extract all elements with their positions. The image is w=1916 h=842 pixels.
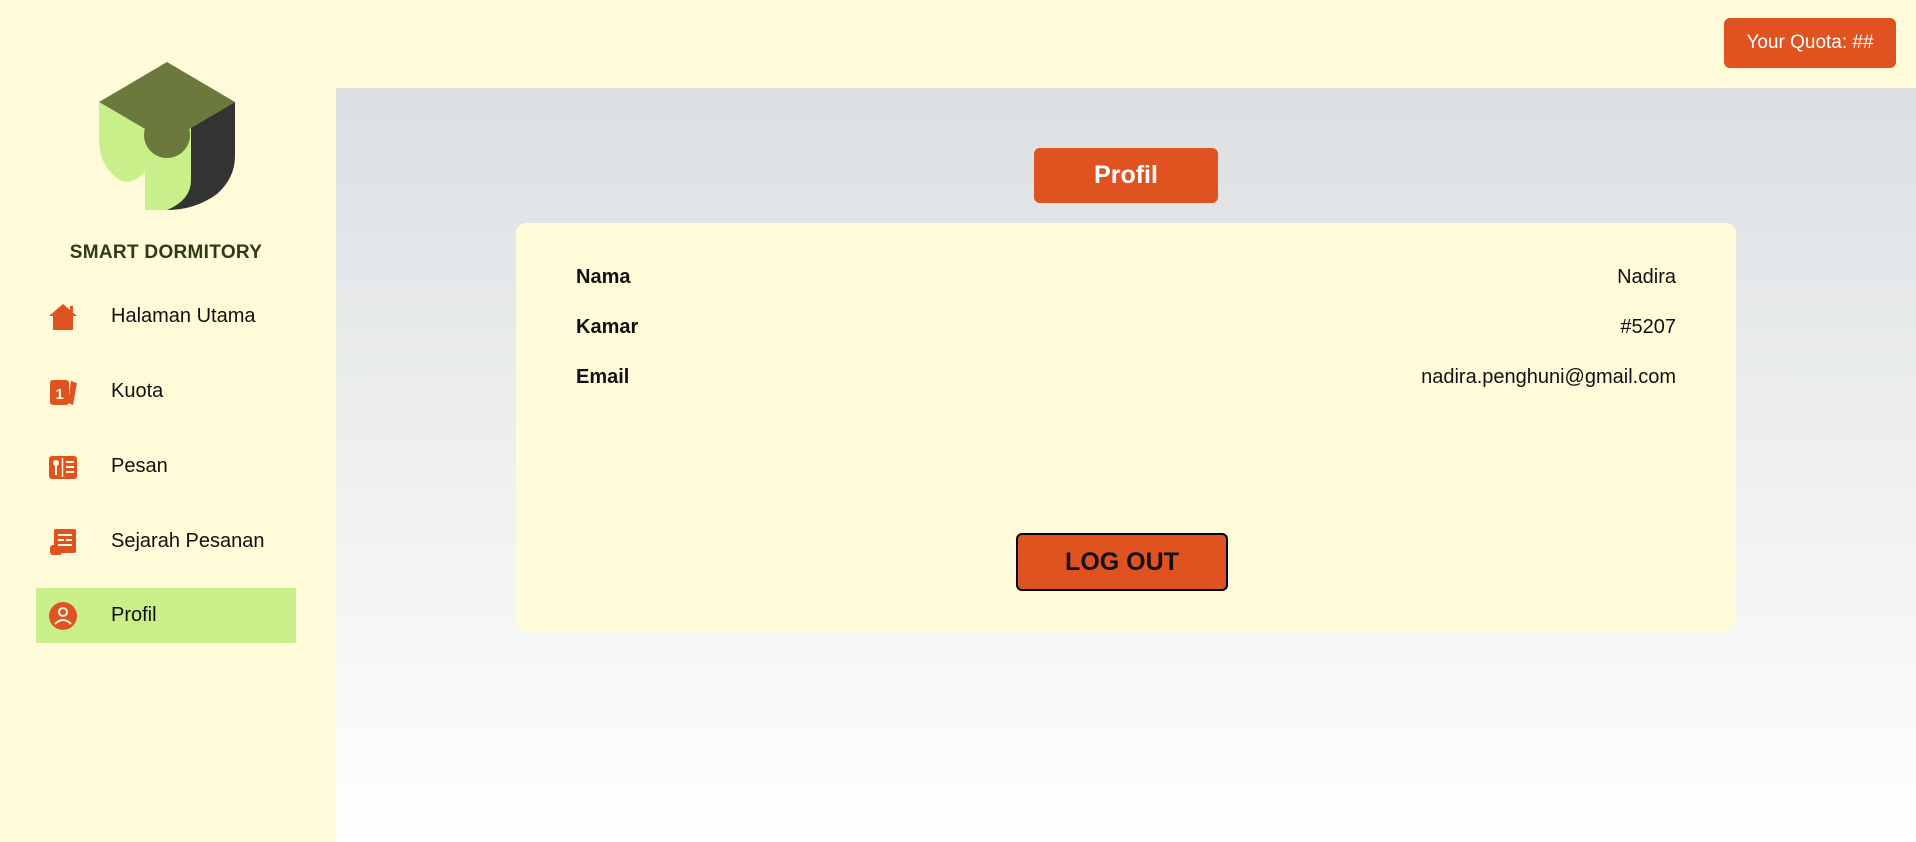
top-bar: Your Quota: ##: [336, 0, 1916, 88]
menu-order-icon: [45, 449, 81, 485]
sidebar-item-sejarah-pesanan[interactable]: Sejarah Pesanan: [36, 514, 296, 569]
field-value: Nadira: [1617, 265, 1676, 288]
home-icon: [45, 299, 81, 335]
page-title: Profil: [1034, 148, 1218, 203]
field-label: Kamar: [576, 315, 639, 338]
field-label: Email: [576, 365, 630, 388]
sidebar-item-kuota[interactable]: 1 Kuota: [36, 364, 296, 419]
sidebar-item-label: Kuota: [111, 380, 164, 402]
sidebar-item-profil[interactable]: Profil: [36, 588, 296, 643]
sidebar-item-label: Sejarah Pesanan: [111, 530, 265, 552]
profile-card: Nama Nadira Kamar #5207 Email nadira.pen…: [516, 223, 1736, 632]
sidebar-item-label: Pesan: [111, 455, 168, 477]
sidebar-item-label: Halaman Utama: [111, 305, 256, 327]
order-history-icon: [45, 524, 81, 560]
quota-card-icon: 1: [45, 374, 81, 410]
logout-button[interactable]: LOG OUT: [1016, 533, 1228, 591]
quota-button[interactable]: Your Quota: ##: [1724, 18, 1896, 68]
profile-row-email: Email nadira.penghuni@gmail.com: [576, 363, 1676, 391]
brand-title: SMART DORMITORY: [69, 242, 263, 263]
shield-logo-icon: [95, 60, 239, 210]
profile-row-kamar: Kamar #5207: [576, 313, 1676, 341]
svg-text:1: 1: [55, 386, 63, 403]
sidebar-item-halaman-utama[interactable]: Halaman Utama: [36, 289, 296, 344]
profile-row-nama: Nama Nadira: [576, 263, 1676, 291]
sidebar-item-label: Profil: [111, 604, 157, 626]
field-label: Nama: [576, 265, 631, 288]
field-value: nadira.penghuni@gmail.com: [1421, 365, 1676, 388]
main-content: Profil Nama Nadira Kamar #5207 Email nad…: [336, 88, 1916, 842]
sidebar: SMART DORMITORY Halaman Utama 1 Kuota Pe…: [0, 0, 336, 842]
field-value: #5207: [1620, 315, 1676, 338]
profile-icon: [45, 598, 81, 634]
sidebar-item-pesan[interactable]: Pesan: [36, 439, 296, 494]
